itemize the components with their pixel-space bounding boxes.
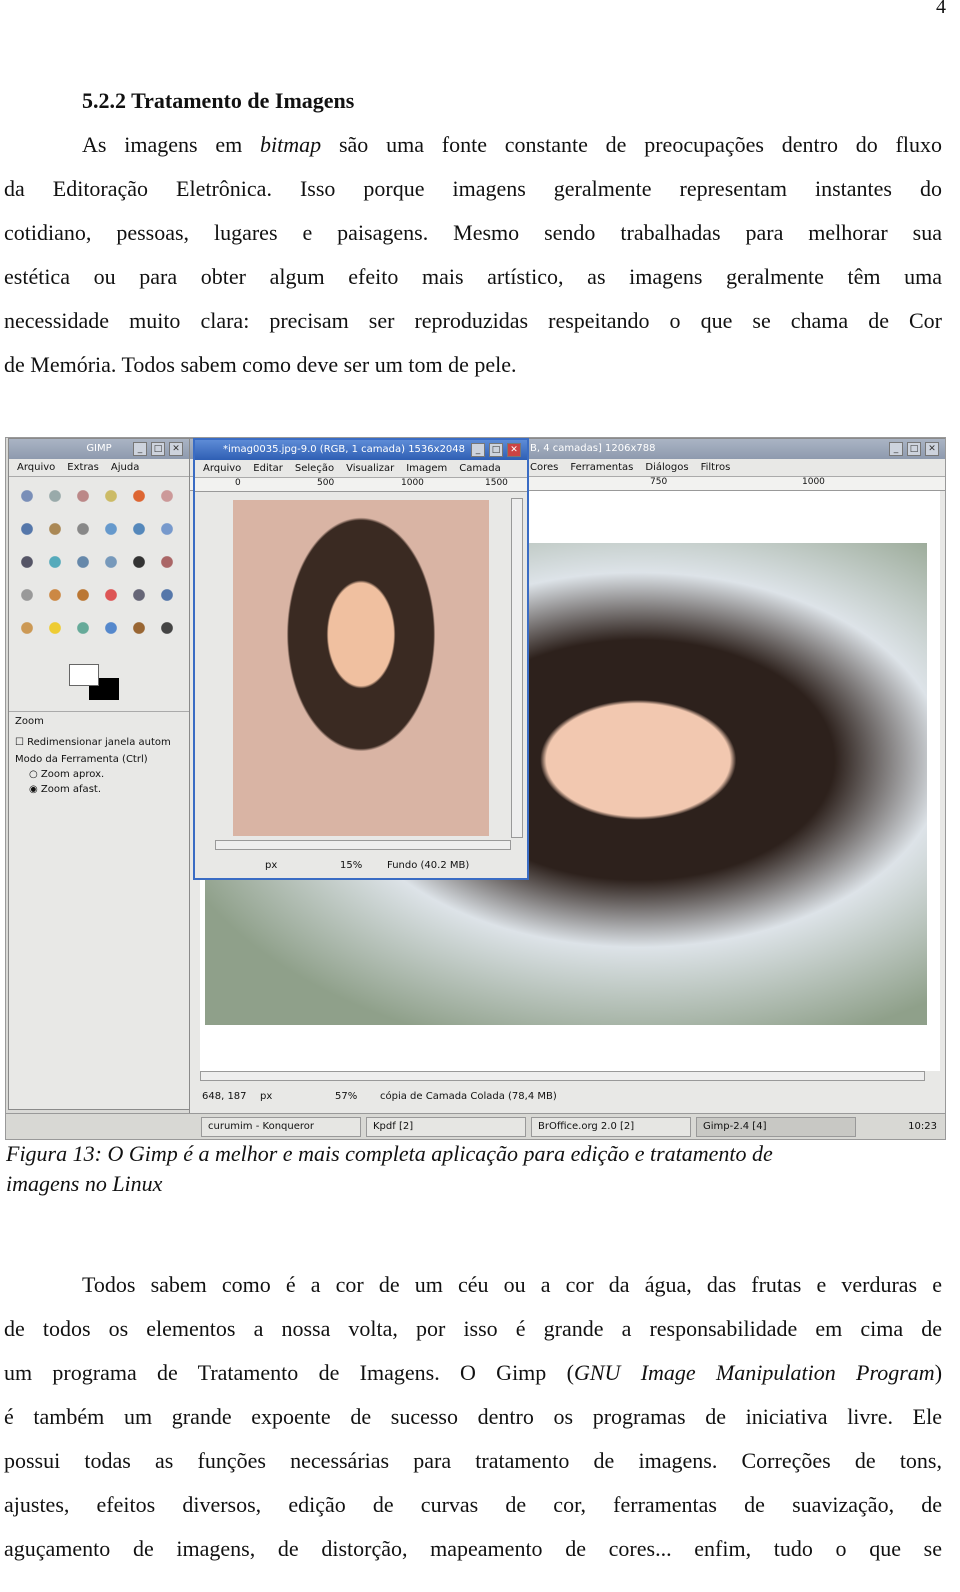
- menu-extras[interactable]: Extras: [67, 462, 99, 473]
- tool-icon[interactable]: [128, 617, 150, 639]
- tool-icon[interactable]: [72, 584, 94, 606]
- tool-icon[interactable]: [128, 551, 150, 573]
- tool-icon[interactable]: [44, 518, 66, 540]
- tool-icon[interactable]: [72, 485, 94, 507]
- tool-icon[interactable]: [100, 584, 122, 606]
- tool-icon[interactable]: [44, 617, 66, 639]
- pointer-coords: 648, 187: [202, 1091, 247, 1102]
- ruler: 0 500 1000 1500: [195, 478, 527, 492]
- section-heading: 5.2.2 Tratamento de Imagens: [82, 88, 355, 113]
- horizontal-scrollbar[interactable]: [215, 840, 511, 850]
- menu-arquivo[interactable]: Arquivo: [17, 462, 55, 473]
- tool-icon[interactable]: [156, 551, 178, 573]
- tool-icon[interactable]: [100, 518, 122, 540]
- tool-icon[interactable]: [156, 584, 178, 606]
- tool-icon[interactable]: [128, 485, 150, 507]
- tool-icon[interactable]: [44, 485, 66, 507]
- paragraph-line: necessidade muito clara: precisam ser re…: [4, 308, 942, 333]
- menu-editar[interactable]: Editar: [253, 463, 283, 474]
- color-swatches[interactable]: [69, 664, 119, 700]
- menu-dialogos[interactable]: Diálogos: [645, 462, 688, 473]
- menu-ajuda[interactable]: Ajuda: [111, 462, 139, 473]
- tool-icon[interactable]: [100, 617, 122, 639]
- tool-icon[interactable]: [72, 551, 94, 573]
- radio-zoom-in[interactable]: ○ Zoom aprox.: [29, 769, 183, 780]
- menu-cores[interactable]: Cores: [530, 462, 558, 473]
- tool-icon[interactable]: [156, 518, 178, 540]
- menu-selecao[interactable]: Seleção: [295, 463, 334, 474]
- unit-select[interactable]: px: [260, 1091, 272, 1102]
- tool-icon[interactable]: [100, 485, 122, 507]
- zoom-select[interactable]: 15%: [340, 860, 362, 871]
- tool-icon[interactable]: [16, 485, 38, 507]
- paragraph-line: ajustes, efeitos diversos, edição de cur…: [4, 1492, 942, 1517]
- menu-imagem[interactable]: Imagem: [406, 463, 447, 474]
- toolbox-window: GIMP Arquivo Extras Ajuda Zoom ☐ Redimensi…: [8, 438, 190, 1110]
- paragraph-line: As imagens em bitmap são uma fonte const…: [82, 132, 942, 157]
- tool-icon[interactable]: [44, 551, 66, 573]
- tool-icon[interactable]: [100, 551, 122, 573]
- task-kpdf[interactable]: Kpdf [2]: [366, 1117, 526, 1137]
- task-gimp[interactable]: Gimp-2.4 [4]: [696, 1117, 856, 1137]
- tool-icon[interactable]: [16, 518, 38, 540]
- status-text: cópia de Camada Colada (78,4 MB): [380, 1091, 557, 1102]
- tool-icon[interactable]: [156, 485, 178, 507]
- paragraph-line: é também um grande expoente de sucesso d…: [4, 1404, 942, 1429]
- paragraph-line: possui todas as funções necessárias para…: [4, 1448, 942, 1473]
- page-number: 4: [936, 0, 946, 18]
- unit-select[interactable]: px: [265, 860, 277, 871]
- vertical-scrollbar[interactable]: [511, 498, 523, 838]
- paragraph-line: estética ou para obter algum efeito mais…: [4, 264, 942, 289]
- clock: 10:23: [908, 1121, 937, 1132]
- tool-icon[interactable]: [156, 617, 178, 639]
- task-konqueror[interactable]: curumim - Konqueror: [201, 1117, 361, 1137]
- portrait-photo: [233, 500, 489, 836]
- menu-camada[interactable]: Camada: [459, 463, 500, 474]
- tool-icon[interactable]: [16, 551, 38, 573]
- paragraph-line: Todos sabem como é a cor de um céu ou a …: [82, 1272, 942, 1297]
- figure-caption-line-1: Figura 13: O Gimp é a melhor e mais comp…: [6, 1141, 773, 1166]
- gimp-screenshot: B, 4 camadas] 1206x788 Cores Ferramentas D…: [5, 437, 946, 1140]
- paragraph-line: um programa de Tratamento de Imagens. O …: [4, 1360, 943, 1385]
- paragraph-line: aguçamento de imagens, de distorção, map…: [4, 1536, 942, 1561]
- tool-icon[interactable]: [16, 617, 38, 639]
- image-window-1: *imag0035.jpg-9.0 (RGB, 1 camada) 1536x2…: [193, 438, 529, 880]
- taskbar: curumim - Konqueror Kpdf [2] BrOffice.or…: [6, 1113, 945, 1139]
- paragraph-line: cotidiano, pessoas, lugares e paisagens.…: [4, 220, 942, 245]
- radio-zoom-out[interactable]: ◉ Zoom afast.: [29, 784, 183, 795]
- status-text: Fundo (40.2 MB): [387, 860, 470, 871]
- tool-palette: [9, 477, 189, 650]
- figure-caption-line-2: imagens no Linux: [6, 1171, 163, 1196]
- tool-icon[interactable]: [72, 617, 94, 639]
- paragraph-line: da Editoração Eletrônica. Isso porque im…: [4, 176, 942, 201]
- paragraph-line: de todos os elementos a nossa volta, por…: [4, 1316, 942, 1341]
- zoom-select[interactable]: 57%: [335, 1091, 357, 1102]
- task-broffice[interactable]: BrOffice.org 2.0 [2]: [531, 1117, 691, 1137]
- mode-label: Modo da Ferramenta (Ctrl): [15, 754, 148, 765]
- menu-arquivo[interactable]: Arquivo: [203, 463, 241, 474]
- tool-icon[interactable]: [44, 584, 66, 606]
- tool-icon[interactable]: [16, 584, 38, 606]
- menu-ferramentas[interactable]: Ferramentas: [570, 462, 633, 473]
- menu-visualizar[interactable]: Visualizar: [346, 463, 394, 474]
- tool-icon[interactable]: [128, 518, 150, 540]
- menu-filtros[interactable]: Filtros: [701, 462, 731, 473]
- tool-icon[interactable]: [72, 518, 94, 540]
- tool-icon[interactable]: [128, 584, 150, 606]
- resize-checkbox[interactable]: ☐ Redimensionar janela autom: [15, 737, 183, 748]
- paragraph-line: de Memória. Todos sabem como deve ser um…: [4, 352, 517, 377]
- horizontal-scrollbar[interactable]: [200, 1071, 925, 1081]
- tool-options-title: Zoom: [15, 716, 44, 727]
